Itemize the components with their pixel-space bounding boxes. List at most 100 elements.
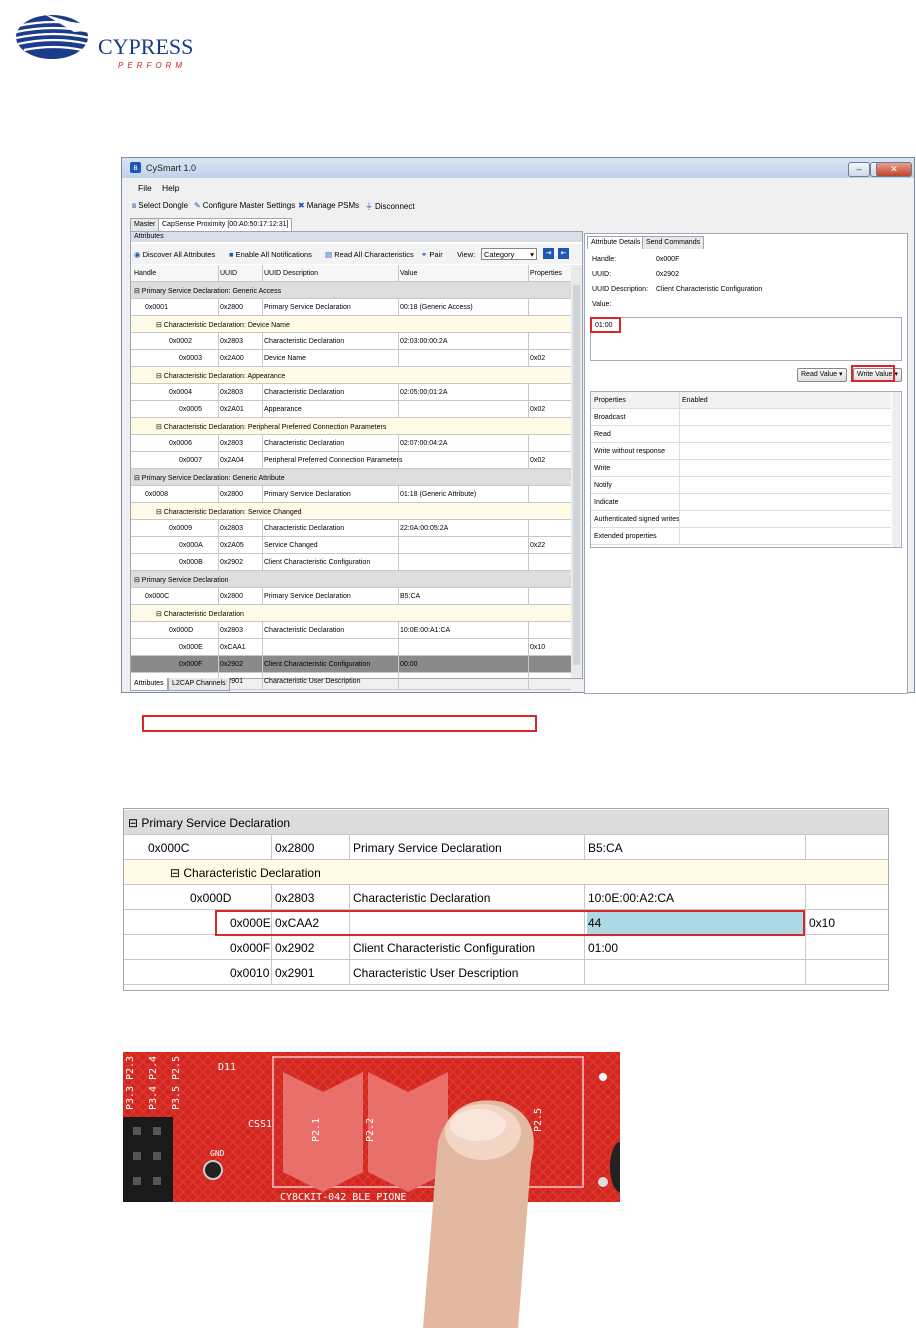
tab-master[interactable]: Master	[130, 218, 160, 231]
table-row[interactable]: 0x0007 0x2A04 Peripheral Preferred Connect…	[131, 452, 571, 469]
brand-name: CYPRESS	[98, 34, 194, 59]
table-row[interactable]: 0x000A 0x2A05 Service Changed 0x22	[131, 537, 571, 554]
table-row[interactable]: 0x0004 0x2803 Characteristic Declaration 02…	[131, 384, 571, 401]
grid-header: Handle UUID UUID Description Value Propertie…	[131, 265, 571, 282]
property-row: Write without response	[591, 443, 891, 460]
menu-help[interactable]: Help	[162, 183, 179, 193]
pair-button[interactable]: ⚭ Pair	[421, 250, 443, 259]
attribute-details-panel: Attribute Details Send Commands Handle: …	[584, 233, 908, 694]
discover-all-button[interactable]: ◉ Discover All Attributes	[134, 250, 215, 259]
property-name: Extended properties	[594, 533, 657, 540]
group-row[interactable]: ⊟ Primary Service Declaration: Generic A…	[131, 282, 571, 299]
group-label: ⊟ Characteristic Declaration	[170, 866, 321, 880]
menu-file[interactable]: File	[138, 183, 152, 193]
row-red-outline	[215, 910, 805, 936]
table-row[interactable]: 0x0002 0x2803 Characteristic Declaration 02…	[131, 333, 571, 350]
chevron-down-icon: ▾	[530, 250, 534, 259]
expand-icon[interactable]: ⇥	[543, 248, 554, 259]
brand-tagline: PERFORM	[118, 61, 186, 70]
table-row[interactable]: 0x000C 0x2800 Primary Service Declaration B…	[131, 588, 571, 605]
cell-uuid: 0x2803	[220, 627, 243, 634]
kit-touch-photo: P3.3 P2.3 P3.4 P2.4 P3.5 P2.5 D11 CSS1 G…	[123, 1052, 620, 1328]
table-row[interactable]: 0x0005 0x2A01 Appearance 0x02	[131, 401, 571, 418]
close-button[interactable]: ✕	[876, 162, 912, 177]
tab-attributes[interactable]: Attributes	[130, 678, 168, 691]
tools-icon: ✖	[298, 201, 305, 210]
column-header[interactable]: UUID Description	[264, 270, 318, 277]
tab-l2cap-channels[interactable]: L2CAP Channels	[168, 678, 230, 691]
cell-handle: 0x0004	[169, 389, 192, 396]
settings-icon: ✎	[194, 201, 201, 210]
value-highlight	[590, 317, 621, 333]
property-row: Extended properties	[591, 528, 891, 545]
group-label: ⊟ Characteristic Declaration: Appearance	[156, 373, 286, 380]
manage-psms-button[interactable]: ✖ Manage PSMs	[298, 201, 359, 210]
column-header[interactable]: Handle	[134, 270, 156, 277]
title-bar: ʙ CySmart 1.0 – ▫ ✕	[122, 158, 914, 178]
attributes-scrollbar[interactable]	[571, 265, 582, 678]
silk-p2-5: P2.5	[171, 1056, 182, 1080]
cell-uuid: 0x2A01	[220, 406, 244, 413]
read-value-button[interactable]: Read Value ▾	[797, 368, 847, 382]
cell-uuid: 0x2800	[220, 491, 243, 498]
tab-attribute-details[interactable]: Attribute Details	[587, 236, 645, 249]
pad-p2-2: P2.2	[365, 1118, 376, 1142]
notification-icon: ■	[229, 250, 234, 259]
uuid-description-label: UUID Description:	[592, 286, 649, 293]
table-row[interactable]: 0x0006 0x2803 Characteristic Declaration 02…	[131, 435, 571, 452]
table-row[interactable]: 0x000C 0x2800 Primary Service Declaration B…	[124, 835, 888, 860]
table-row[interactable]: 0x000E 0xCAA1 0x10	[131, 639, 571, 656]
minimize-button[interactable]: –	[848, 162, 870, 177]
table-row[interactable]: 0x000D 0x2803 Characteristic Declaration 10…	[124, 885, 888, 910]
column-header[interactable]: Properties	[530, 270, 562, 277]
value-textbox[interactable]: 01:00	[590, 317, 902, 361]
selected-row-highlight	[142, 715, 537, 732]
cell-handle: 0x0005	[179, 406, 202, 413]
group-row[interactable]: ⊟ Characteristic Declaration: Service Ch…	[131, 503, 571, 520]
group-row[interactable]: ⊟ Characteristic Declaration: Appearance	[131, 367, 571, 384]
column-header[interactable]: Value	[400, 270, 417, 277]
table-row[interactable]: 0x0008 0x2800 Primary Service Declaration 0…	[131, 486, 571, 503]
table-row[interactable]: 0x0009 0x2803 Characteristic Declaration 22…	[131, 520, 571, 537]
property-row: Indicate	[591, 494, 891, 511]
table-row[interactable]: 0x0010 0x2901 Characteristic User Descript…	[124, 960, 888, 985]
table-row[interactable]: 0x000B 0x2902 Client Characteristic Config…	[131, 554, 571, 571]
attributes-header: Attributes	[131, 232, 582, 242]
tab-capsense-proximity[interactable]: CapSense Proximity [00:A0:50:17:12:31]	[158, 218, 293, 231]
cell-desc: Characteristic Declaration	[264, 525, 345, 532]
column-header[interactable]: UUID	[220, 270, 237, 277]
table-row[interactable]: 0x000F 0x2902 Client Characteristic Config…	[124, 935, 888, 960]
group-row[interactable]: ⊟ Primary Service Declaration	[124, 810, 888, 835]
group-row[interactable]: ⊟ Characteristic Declaration: Device Nam…	[131, 316, 571, 333]
group-row[interactable]: ⊟ Characteristic Declaration	[131, 605, 571, 622]
bluetooth-icon: ʙ	[132, 201, 137, 210]
property-name: Indicate	[594, 499, 619, 506]
group-label: ⊟ Primary Service Declaration: Generic A…	[134, 475, 285, 482]
table-row[interactable]: 0x000D 0x2803 Characteristic Declaration 10…	[131, 622, 571, 639]
select-dongle-button[interactable]: ʙ Select Dongle	[132, 201, 188, 210]
table-row[interactable]: 0x0001 0x2800 Primary Service Declaration 0…	[131, 299, 571, 316]
read-all-button[interactable]: ▤ Read All Characteristics	[325, 250, 414, 259]
configure-master-button[interactable]: ✎ Configure Master Settings	[194, 201, 295, 210]
tab-send-commands[interactable]: Send Commands	[642, 236, 705, 249]
collapse-icon[interactable]: ⇤	[558, 248, 569, 259]
cell-desc: Characteristic Declaration	[264, 389, 345, 396]
cell-desc: Primary Service Declaration	[264, 593, 351, 600]
cell-handle: 0x000C	[148, 841, 190, 855]
cell-handle: 0x0007	[179, 457, 202, 464]
disconnect-button[interactable]: ⏚ Disconnect	[365, 201, 415, 212]
cell-value: 01:00	[588, 941, 619, 955]
properties-scrollbar[interactable]	[892, 392, 900, 547]
view-select[interactable]: Category ▾	[481, 248, 537, 260]
cell-uuid: 0x2803	[220, 338, 243, 345]
cell-handle: 0x0009	[169, 525, 192, 532]
group-row[interactable]: ⊟ Characteristic Declaration: Peripheral…	[131, 418, 571, 435]
group-row[interactable]: ⊟ Primary Service Declaration: Generic A…	[131, 469, 571, 486]
enable-notifications-button[interactable]: ■ Enable All Notifications	[229, 250, 312, 259]
table-row[interactable]: 0x0003 0x2A00 Device Name 0x02	[131, 350, 571, 367]
group-row[interactable]: ⊟ Primary Service Declaration	[131, 571, 571, 588]
group-row[interactable]: ⊟ Characteristic Declaration	[124, 860, 888, 885]
cell-handle: 0x000E	[179, 644, 203, 651]
cell-desc: Peripheral Preferred Connection Paramete…	[264, 457, 403, 464]
table-row[interactable]: 0x000F 0x2902 Client Characteristic Config…	[131, 656, 571, 673]
